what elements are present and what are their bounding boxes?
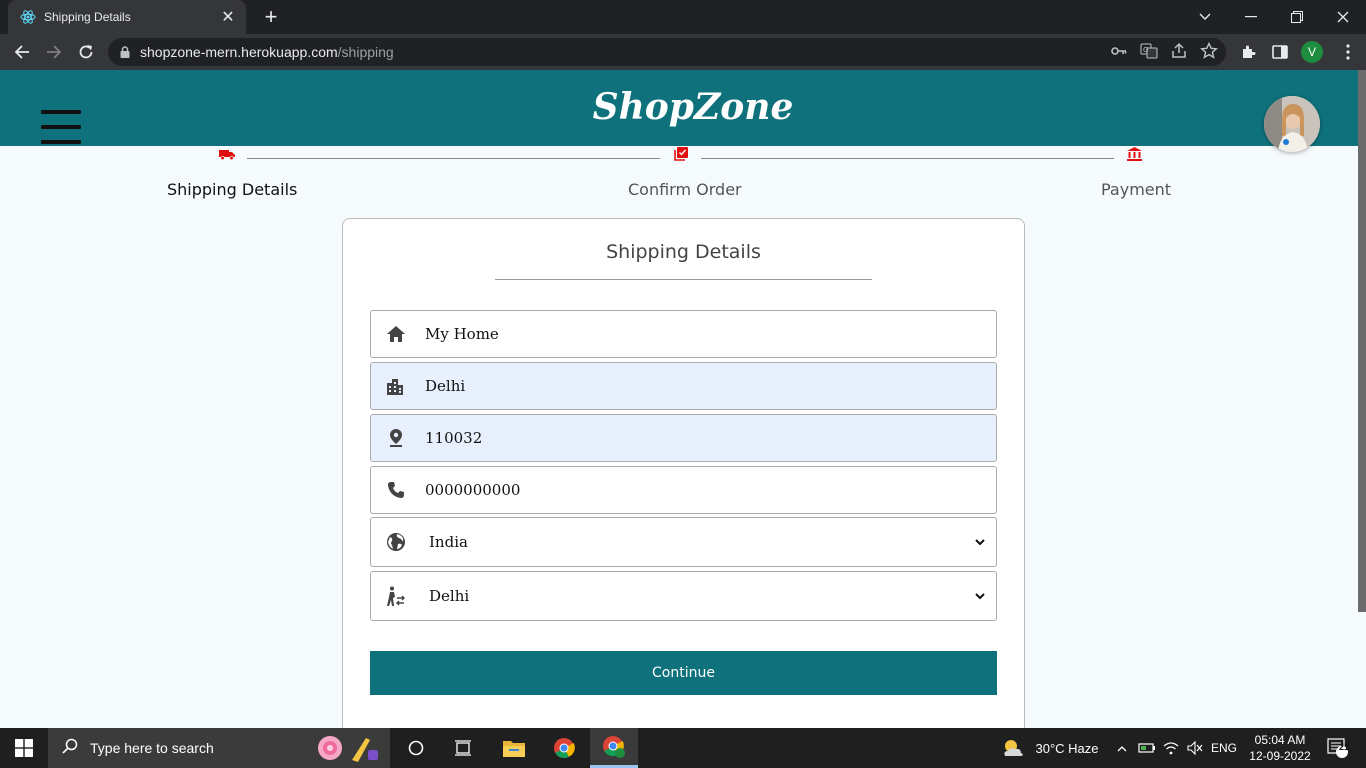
step-label-confirm-order: Confirm Order <box>628 180 742 199</box>
step-connector-2 <box>701 158 1114 159</box>
tab-search-icon[interactable] <box>1182 0 1228 34</box>
clock[interactable]: 05:04 AM 12-09-2022 <box>1240 732 1320 764</box>
pincode-field[interactable]: 110032 <box>370 414 997 462</box>
chrome-profile-icon[interactable] <box>590 728 638 768</box>
url-host: shopzone-mern.herokuapp.com <box>140 44 338 60</box>
side-panel-icon[interactable] <box>1266 38 1294 66</box>
svg-text:G: G <box>1143 46 1148 54</box>
translate-icon[interactable]: G <box>1140 42 1158 65</box>
chrome-icon[interactable] <box>544 728 584 768</box>
file-explorer-icon[interactable] <box>494 728 534 768</box>
shipping-form-card: Shipping Details My Home Delhi 110032 00 <box>342 218 1025 728</box>
home-icon <box>371 326 421 342</box>
pincode-input[interactable]: 110032 <box>421 429 996 447</box>
chevron-down-icon <box>968 592 992 600</box>
windows-start-icon[interactable] <box>0 728 48 768</box>
clock-time: 05:04 AM <box>1254 733 1306 747</box>
show-hidden-icons-chevron-icon[interactable] <box>1112 728 1132 768</box>
phone-field[interactable]: 0000000000 <box>370 466 997 514</box>
user-avatar[interactable] <box>1264 96 1320 152</box>
transfer-within-station-icon <box>371 586 421 606</box>
close-window-button[interactable] <box>1320 0 1366 34</box>
bank-icon <box>1126 146 1142 162</box>
address-input[interactable]: My Home <box>421 325 996 343</box>
site-logo[interactable]: ShopZone <box>0 86 1366 128</box>
share-icon[interactable] <box>1170 42 1188 65</box>
browser-titlebar: Shipping Details ✕ + <box>0 0 1366 34</box>
battery-icon[interactable] <box>1136 728 1158 768</box>
state-value: Delhi <box>429 587 470 605</box>
volume-muted-icon[interactable] <box>1184 728 1206 768</box>
taskbar-search-box[interactable]: Type here to search <box>48 728 390 768</box>
windows-taskbar: Type here to search 30°C Haze ENG 05:04 … <box>0 728 1366 768</box>
page-scrollbar[interactable] <box>1358 70 1366 612</box>
page-content: ShopZone Shipping Details Confirm Order … <box>0 70 1366 728</box>
extensions-icon[interactable] <box>1234 38 1262 66</box>
profile-avatar-button[interactable]: V <box>1298 38 1326 66</box>
react-favicon-icon <box>20 9 36 25</box>
notification-count: 21 <box>1338 742 1349 752</box>
address-bar[interactable]: shopzone-mern.herokuapp.com/shipping G <box>108 38 1226 66</box>
site-header: ShopZone <box>0 70 1366 146</box>
truck-icon <box>219 146 235 162</box>
continue-button[interactable]: Continue <box>370 651 997 695</box>
browser-toolbar: shopzone-mern.herokuapp.com/shipping G V <box>0 34 1366 70</box>
location-pin-icon <box>371 429 421 447</box>
tab-title: Shipping Details <box>44 10 131 24</box>
new-tab-button[interactable]: + <box>258 4 284 30</box>
cortana-icon[interactable] <box>396 728 436 768</box>
globe-icon <box>371 532 421 552</box>
weather-icon[interactable] <box>998 728 1028 768</box>
url-path: /shipping <box>337 44 394 60</box>
minimize-button[interactable] <box>1228 0 1274 34</box>
chevron-down-icon <box>968 538 992 546</box>
tab-close-icon[interactable]: ✕ <box>216 7 240 27</box>
forward-button[interactable] <box>40 38 68 66</box>
back-button[interactable] <box>8 38 36 66</box>
step-connector-1 <box>247 158 660 159</box>
phone-input[interactable]: 0000000000 <box>421 481 996 499</box>
phone-icon <box>371 482 421 498</box>
step-label-payment: Payment <box>1101 180 1172 199</box>
notifications-icon[interactable]: 21 <box>1322 728 1354 768</box>
browser-tab[interactable]: Shipping Details ✕ <box>8 0 246 34</box>
address-field[interactable]: My Home <box>370 310 997 358</box>
country-select[interactable]: India <box>370 517 997 567</box>
hamburger-menu-icon[interactable] <box>41 110 81 155</box>
country-value: India <box>429 533 468 551</box>
wifi-icon[interactable] <box>1160 728 1182 768</box>
lock-icon[interactable] <box>120 46 130 58</box>
search-placeholder: Type here to search <box>90 740 214 756</box>
state-select[interactable]: Delhi <box>370 571 997 621</box>
reload-button[interactable] <box>72 38 100 66</box>
city-field[interactable]: Delhi <box>370 362 997 410</box>
clock-date: 12-09-2022 <box>1249 749 1311 763</box>
bookmark-star-icon[interactable] <box>1200 41 1218 65</box>
title-divider <box>495 279 872 280</box>
city-input[interactable]: Delhi <box>421 377 996 395</box>
restore-button[interactable] <box>1274 0 1320 34</box>
city-icon <box>371 377 421 395</box>
profile-letter: V <box>1301 41 1323 63</box>
form-title: Shipping Details <box>606 241 761 263</box>
weather-text[interactable]: 30°C Haze <box>1030 728 1104 768</box>
checklist-icon <box>673 146 689 162</box>
browser-menu-icon[interactable] <box>1334 38 1362 66</box>
search-highlight-icon <box>314 732 380 768</box>
language-indicator[interactable]: ENG <box>1208 728 1240 768</box>
step-label-shipping: Shipping Details <box>167 180 298 199</box>
task-view-icon[interactable] <box>443 728 483 768</box>
key-icon[interactable] <box>1110 42 1128 65</box>
search-icon <box>62 738 78 759</box>
